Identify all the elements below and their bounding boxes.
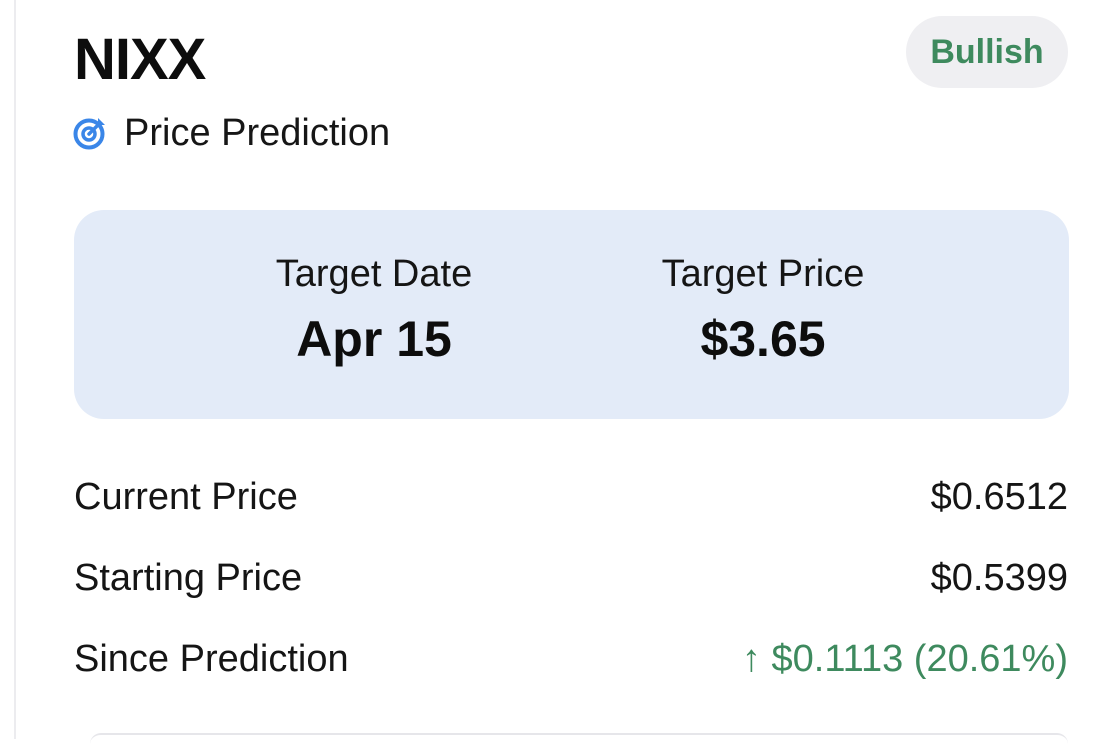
- target-date-label: Target Date: [275, 253, 473, 295]
- next-section-edge: [90, 733, 1068, 755]
- since-prediction-value: ↑ $0.1113 (20.61%): [741, 637, 1068, 680]
- since-prediction-row: Since Prediction ↑ $0.1113 (20.61%): [74, 629, 1068, 689]
- target-date-block: Target Date Apr 15: [204, 250, 544, 374]
- target-panel: Target Date Apr 15 Target Price $3.65: [74, 210, 1069, 419]
- subtitle-label: Price Prediction: [124, 111, 391, 154]
- target-icon: [72, 115, 108, 151]
- ticker-symbol: NIXX: [74, 27, 206, 92]
- target-price-value: $3.65: [700, 311, 826, 367]
- current-price-row: Current Price $0.6512: [74, 467, 1068, 527]
- since-prediction-label: Since Prediction: [74, 637, 349, 680]
- sentiment-badge: Bullish: [906, 16, 1068, 88]
- target-price-block: Target Price $3.65: [593, 250, 933, 374]
- starting-price-row: Starting Price $0.5399: [74, 548, 1068, 608]
- starting-price-value: $0.5399: [930, 556, 1068, 599]
- current-price-label: Current Price: [74, 475, 298, 518]
- current-price-value: $0.6512: [930, 475, 1068, 518]
- subtitle-row: Price Prediction: [72, 108, 390, 158]
- target-date-value: Apr 15: [296, 311, 452, 367]
- starting-price-label: Starting Price: [74, 556, 303, 599]
- card-left-border: [0, 0, 16, 739]
- target-price-label: Target Price: [661, 253, 865, 295]
